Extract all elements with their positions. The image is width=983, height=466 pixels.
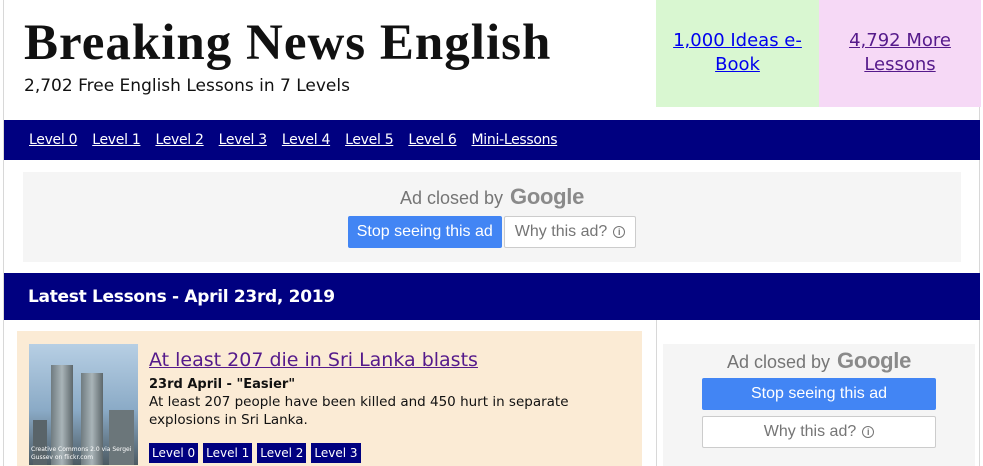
nav-level-4[interactable]: Level 4 bbox=[282, 132, 331, 148]
why-this-ad-label: Why this ad? bbox=[763, 423, 857, 440]
why-this-ad-button[interactable]: Why this ad? i bbox=[503, 216, 637, 248]
ad-closed-text: Ad closed by Google bbox=[400, 184, 584, 210]
lesson-description: At least 207 people have been killed and… bbox=[149, 394, 569, 428]
promo-ebook-box: 1,000 Ideas e-Book bbox=[656, 0, 819, 107]
promo-ebook-link[interactable]: 1,000 Ideas e-Book bbox=[656, 29, 819, 77]
ad-closed-text: Ad closed by Google bbox=[727, 348, 911, 374]
nav-level-5[interactable]: Level 5 bbox=[345, 132, 394, 148]
lesson-level-1-link[interactable]: Level 1 bbox=[203, 443, 253, 463]
lesson-level-3-link[interactable]: Level 3 bbox=[311, 443, 361, 463]
promo-more-lessons-box: 4,792 More Lessons bbox=[819, 0, 981, 107]
lesson-level-2-link[interactable]: Level 2 bbox=[257, 443, 307, 463]
info-icon: i bbox=[862, 426, 875, 438]
nav-level-3[interactable]: Level 3 bbox=[219, 132, 268, 148]
site-tagline: 2,702 Free English Lessons in 7 Levels bbox=[24, 76, 350, 96]
google-logo: Google bbox=[510, 184, 585, 209]
column-divider bbox=[656, 320, 657, 466]
lesson-title-link[interactable]: At least 207 die in Sri Lanka blasts bbox=[149, 349, 478, 371]
promo-more-lessons-link[interactable]: 4,792 More Lessons bbox=[819, 29, 981, 77]
why-this-ad-label: Why this ad? bbox=[514, 223, 608, 240]
google-logo: Google bbox=[837, 348, 912, 373]
lesson-level-0-link[interactable]: Level 0 bbox=[149, 443, 199, 463]
nav-level-1[interactable]: Level 1 bbox=[92, 132, 141, 148]
lesson-level-links: Level 0 Level 1 Level 2 Level 3 bbox=[149, 443, 366, 463]
why-this-ad-button[interactable]: Why this ad? i bbox=[702, 416, 936, 448]
nav-level-6[interactable]: Level 6 bbox=[408, 132, 457, 148]
nav-level-2[interactable]: Level 2 bbox=[155, 132, 204, 148]
site-header: Breaking News English 2,702 Free English… bbox=[24, 14, 551, 96]
ad-buttons: Stop seeing this ad Why this ad? i bbox=[347, 216, 637, 248]
site-title[interactable]: Breaking News English bbox=[24, 14, 551, 72]
level-nav-bar: Level 0 Level 1 Level 2 Level 3 Level 4 … bbox=[4, 120, 980, 160]
latest-lessons-bar: Latest Lessons - April 23rd, 2019 bbox=[4, 273, 980, 320]
latest-lessons-heading: Latest Lessons - April 23rd, 2019 bbox=[28, 286, 335, 307]
nav-mini-lessons[interactable]: Mini-Lessons bbox=[472, 132, 558, 148]
lesson-card: Creative Commons 2.0 via Sergei Gussev o… bbox=[17, 331, 642, 466]
ad-closed-banner-top: Ad closed by Google Stop seeing this ad … bbox=[23, 172, 961, 262]
ad-closed-banner-side: Ad closed by Google Stop seeing this ad … bbox=[663, 344, 975, 466]
stop-seeing-ad-button[interactable]: Stop seeing this ad bbox=[702, 378, 936, 410]
image-credit: Creative Commons 2.0 via Sergei Gussev o… bbox=[31, 446, 132, 461]
nav-level-0[interactable]: Level 0 bbox=[29, 132, 78, 148]
ad-closed-label: Ad closed by bbox=[726, 352, 831, 372]
ad-buttons: Stop seeing this ad Why this ad? i bbox=[702, 378, 936, 448]
lesson-date: 23rd April - "Easier" bbox=[149, 377, 296, 392]
lesson-thumbnail[interactable]: Creative Commons 2.0 via Sergei Gussev o… bbox=[29, 344, 138, 465]
ad-closed-label: Ad closed by bbox=[399, 188, 504, 208]
info-icon: i bbox=[613, 226, 626, 238]
stop-seeing-ad-button[interactable]: Stop seeing this ad bbox=[347, 216, 502, 248]
